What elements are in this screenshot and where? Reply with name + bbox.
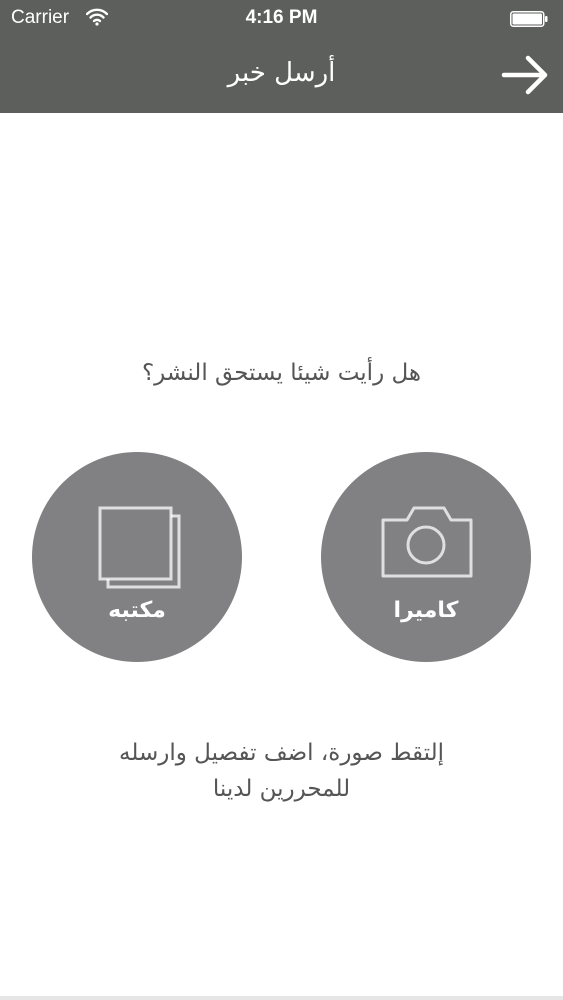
forward-arrow-button[interactable] [496,48,554,102]
arrow-right-icon [501,55,548,95]
top-bar: Carrier 4:16 PM أرسل خبر [0,0,563,113]
instructions-text: إلتقط صورة، اضف تفصيل وارسله للمحررين لد… [60,735,503,807]
instructions-line-1: إلتقط صورة، اضف تفصيل وارسله [119,740,444,766]
library-label: مكتبه [108,598,166,623]
question-text: هل رأيت شيئا يستحق النشر؟ [141,360,422,386]
bottom-edge [0,996,563,1000]
instructions-line-2: للمحررين لدينا [212,776,351,802]
battery-icon [510,11,548,27]
camera-icon [381,506,473,578]
photo-library-icon [98,506,181,589]
camera-button[interactable]: كاميرا [321,452,531,662]
camera-label: كاميرا [393,598,459,623]
page-title: أرسل خبر [227,58,336,88]
status-bar: Carrier 4:16 PM [0,0,563,38]
status-time: 4:16 PM [245,7,318,28]
library-button[interactable]: مكتبه [32,452,242,662]
screen: Carrier 4:16 PM أرسل خبر هل رأيت شيئا يس… [0,0,563,1000]
